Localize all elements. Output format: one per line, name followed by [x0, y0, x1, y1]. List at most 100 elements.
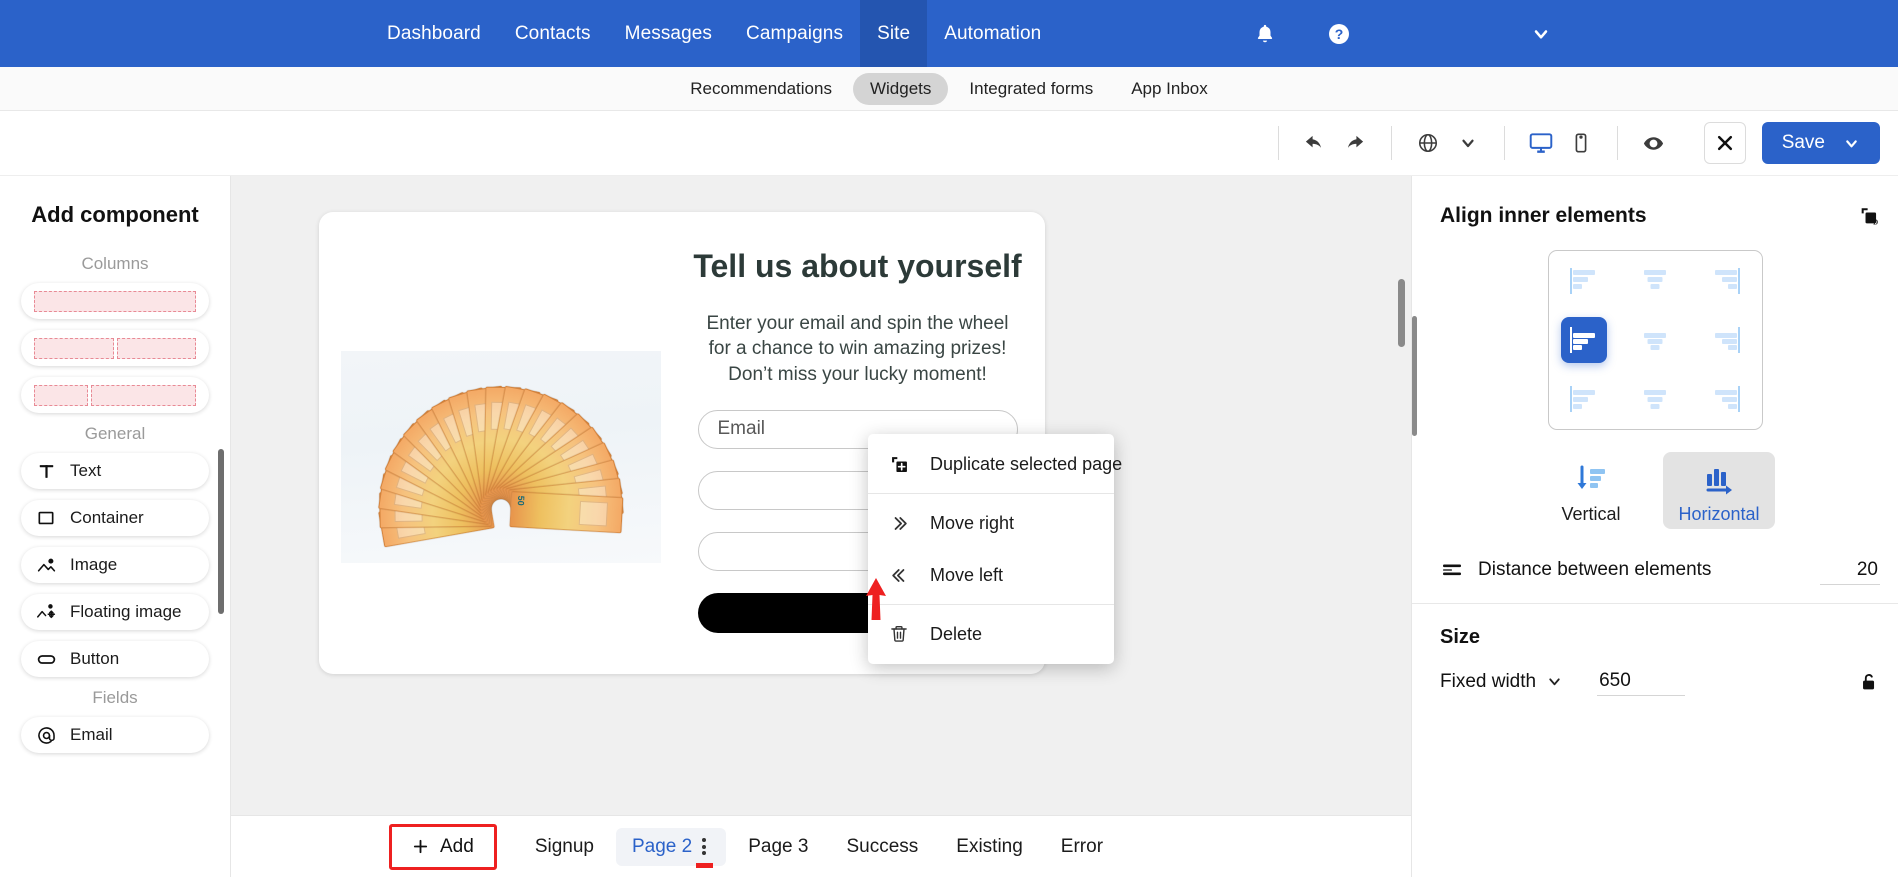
align-option-bottom-left[interactable] [1561, 376, 1607, 422]
top-nav-item-dashboard[interactable]: Dashboard [370, 0, 498, 67]
context-menu-duplicate-label: Duplicate selected page [930, 453, 1123, 474]
properties-panel-scrollbar[interactable] [1412, 316, 1417, 436]
sidebar-component-button[interactable]: Button [21, 641, 209, 677]
desktop-icon[interactable] [1521, 124, 1561, 162]
help-circle-icon[interactable]: ? [1322, 17, 1356, 51]
orientation-label: Vertical [1561, 504, 1621, 524]
context-menu-move-right-label: Move right [930, 512, 1015, 533]
plus-icon [412, 838, 429, 855]
subnav-item-app-inbox[interactable]: App Inbox [1114, 73, 1225, 105]
context-menu-move-right[interactable]: Move right [868, 497, 1114, 549]
close-editor-button[interactable] [1703, 122, 1746, 164]
orientation-selector: Vertical Horizontal [1412, 452, 1898, 529]
align-option-top-right[interactable] [1703, 258, 1749, 304]
size-width-input[interactable] [1597, 667, 1686, 696]
top-nav-item-automation[interactable]: Automation [927, 0, 1058, 67]
column-segment [116, 337, 196, 359]
column-layout-option-3[interactable] [21, 377, 209, 413]
context-menu-move-left-label: Move left [930, 564, 1004, 585]
page-tab-label: Signup [534, 835, 594, 857]
align-option-middle-right[interactable] [1703, 317, 1749, 363]
save-button[interactable]: Save [1761, 122, 1880, 164]
container-icon [35, 508, 57, 528]
trash-icon [888, 624, 910, 644]
page-tab-label: Success [846, 835, 919, 857]
page-tab-page-2[interactable]: Page 2 [615, 827, 727, 868]
mobile-icon[interactable] [1561, 124, 1601, 162]
euro-banknotes-fan-image[interactable]: 5050505050505050505050505050505050505050… [340, 351, 661, 563]
editor-canvas: 5050505050505050505050505050505050505050… [231, 176, 1411, 877]
sidebar-component-label: Floating image [70, 602, 182, 621]
account-chevron-down-icon[interactable] [1526, 19, 1556, 49]
sidebar-component-container[interactable]: Container [21, 500, 209, 536]
horizontal-stack-icon [1701, 461, 1737, 497]
align-option-bottom-right[interactable] [1703, 376, 1749, 422]
annotation-highlight-underline [696, 863, 714, 868]
column-layout-option-1[interactable] [21, 283, 209, 319]
sidebar-component-text[interactable]: Text [21, 453, 209, 489]
eye-icon[interactable] [1634, 124, 1674, 162]
page-tab-signup[interactable]: Signup [519, 828, 610, 866]
page-tab-existing[interactable]: Existing [940, 828, 1039, 866]
top-nav-item-campaigns[interactable]: Campaigns [729, 0, 860, 67]
page-tab-error[interactable]: Error [1045, 828, 1119, 866]
context-menu-move-left[interactable]: Move left [868, 549, 1114, 601]
distance-between-elements-row: Distance between elements [1412, 543, 1898, 597]
size-mode-chevron-down-icon[interactable] [1546, 673, 1563, 690]
copy-style-icon[interactable]: D [1858, 205, 1880, 227]
sidebar-group-label-fields: Fields [92, 688, 138, 707]
panel-title: Align inner elements [1440, 204, 1647, 227]
size-mode-select[interactable]: Fixed width [1440, 671, 1563, 693]
sidebar-scrollbar[interactable] [218, 449, 224, 614]
top-nav-item-messages[interactable]: Messages [608, 0, 729, 67]
column-layout-option-2[interactable] [21, 330, 209, 366]
subnav-item-integrated-forms[interactable]: Integrated forms [952, 73, 1110, 105]
bell-icon[interactable] [1248, 17, 1282, 51]
sidebar-component-label: Container [70, 508, 144, 527]
orientation-horizontal[interactable]: Horizontal [1663, 452, 1775, 529]
align-option-middle-left[interactable] [1561, 316, 1607, 363]
sidebar-component-floating-image[interactable]: Floating image [21, 594, 209, 630]
save-chevron-down-icon[interactable] [1843, 135, 1860, 152]
image-icon [35, 555, 57, 576]
size-mode-label: Fixed width [1440, 670, 1537, 692]
redo-icon[interactable] [1335, 124, 1375, 162]
banknote-denomination: 50 [515, 495, 526, 506]
subnav-item-recommendations[interactable]: Recommendations [673, 73, 849, 105]
page-tab-bar: Add Signup Page 2 Page 3 Success Existing Err… [231, 815, 1411, 877]
orientation-vertical[interactable]: Vertical [1535, 452, 1647, 529]
distance-input[interactable] [1820, 555, 1880, 585]
page-tab-page-3[interactable]: Page 3 [732, 828, 824, 866]
subnav-item-widgets[interactable]: Widgets [852, 72, 949, 105]
align-option-top-center[interactable] [1632, 258, 1678, 304]
top-nav-item-site[interactable]: Site [860, 0, 928, 67]
page-tab-label: Page 2 [631, 835, 693, 857]
undo-icon[interactable] [1295, 124, 1335, 162]
align-option-bottom-center[interactable] [1632, 376, 1678, 422]
at-icon [35, 725, 57, 746]
editor-toolbar: Save [0, 111, 1898, 176]
button-icon [35, 649, 57, 670]
globe-icon[interactable] [1408, 124, 1448, 162]
vertical-stack-icon [1573, 461, 1609, 497]
banknote: 50 [509, 491, 623, 534]
add-page-button[interactable]: Add [389, 823, 497, 870]
lock-open-icon[interactable] [1858, 671, 1880, 693]
context-menu-duplicate-page[interactable]: Duplicate selected page [868, 438, 1122, 490]
kebab-menu-icon[interactable] [696, 836, 714, 868]
svg-text:?: ? [1335, 26, 1344, 42]
size-section-title: Size [1440, 626, 1481, 648]
language-controls [1392, 126, 1504, 160]
canvas-scrollbar[interactable] [1398, 279, 1405, 347]
align-option-top-left[interactable] [1561, 258, 1607, 304]
page-tab-label: Page 3 [748, 835, 809, 857]
language-chevron-down-icon[interactable] [1448, 124, 1488, 162]
context-menu-delete-label: Delete [930, 623, 983, 644]
column-segment [34, 384, 88, 406]
top-nav-item-contacts[interactable]: Contacts [498, 0, 608, 67]
page-tab-success[interactable]: Success [830, 828, 934, 866]
sidebar-component-email[interactable]: Email [21, 717, 209, 753]
align-option-middle-center[interactable] [1632, 317, 1678, 363]
context-menu-delete[interactable]: Delete [868, 608, 1114, 660]
sidebar-component-image[interactable]: Image [21, 547, 209, 583]
